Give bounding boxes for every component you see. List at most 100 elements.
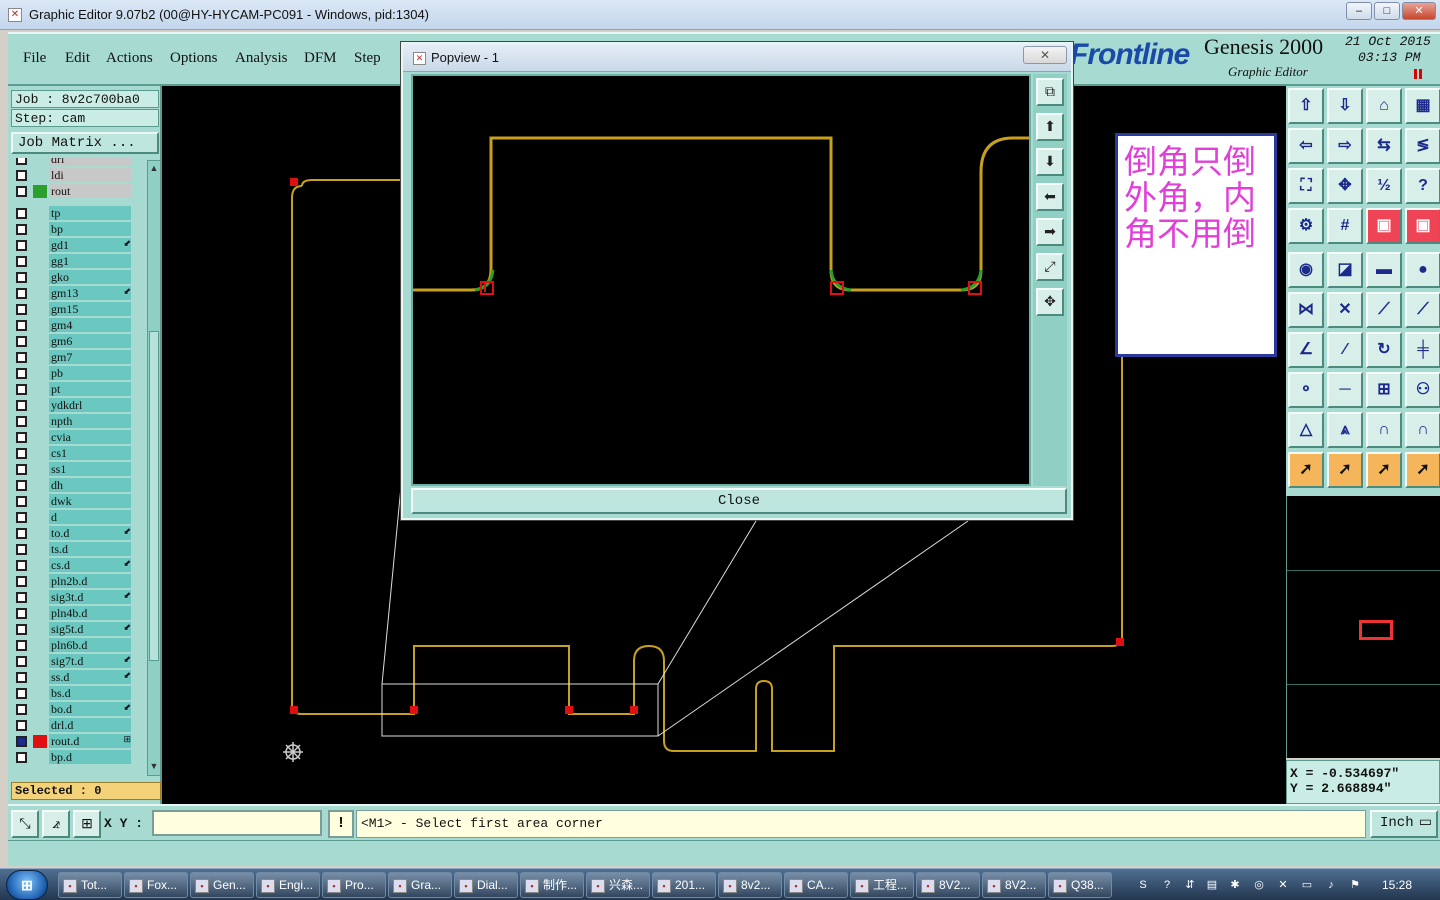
pop-zoom-out-icon[interactable]: ✥ <box>1036 288 1064 316</box>
tray-monitor-icon[interactable]: ▭ <box>1300 878 1314 892</box>
scale-1-2-icon[interactable]: ½ <box>1366 168 1402 204</box>
arc-tool-icon[interactable]: ↻ <box>1366 332 1402 368</box>
layer-color-swatch[interactable] <box>33 367 47 380</box>
redraw-icon[interactable]: ≶ <box>1405 128 1440 164</box>
layer-row[interactable]: gm7 <box>11 350 139 365</box>
layer-color-swatch[interactable] <box>33 623 47 636</box>
angle-tool-icon[interactable]: ∠ <box>1288 332 1324 368</box>
layer-row[interactable]: bo.d ⬋ <box>11 702 139 717</box>
layer-name[interactable]: cs1 <box>49 446 131 460</box>
layer-checkbox[interactable] <box>16 752 27 763</box>
layer-checkbox[interactable] <box>16 512 27 523</box>
layer-compare-alt-icon[interactable]: ▣ <box>1405 208 1440 244</box>
layer-checkbox[interactable] <box>16 416 27 427</box>
popview-canvas[interactable] <box>411 74 1031 486</box>
layer-row[interactable]: to.d ⬋ <box>11 526 139 541</box>
layer-color-swatch[interactable] <box>33 447 47 460</box>
layer-checkbox[interactable] <box>16 480 27 491</box>
layer-row[interactable]: rout <box>11 184 139 199</box>
layer-name[interactable]: ts.d <box>49 542 131 556</box>
layer-checkbox[interactable] <box>16 688 27 699</box>
layer-color-swatch[interactable] <box>33 479 47 492</box>
layer-name[interactable]: bo.d <box>49 702 131 716</box>
layer-row[interactable]: d <box>11 510 139 525</box>
layer-row[interactable]: pln2b.d <box>11 574 139 589</box>
taskbar-item[interactable]: ▪ CA... <box>784 872 848 898</box>
layer-color-swatch[interactable] <box>33 207 47 220</box>
layer-row[interactable]: ss1 <box>11 462 139 477</box>
minimap-viewport[interactable] <box>1359 620 1393 640</box>
tray-help-icon[interactable]: ? <box>1160 878 1174 892</box>
layer-checkbox[interactable] <box>16 186 27 197</box>
taskbar-item[interactable]: ▪ 制作... <box>520 872 584 898</box>
layer-color-swatch[interactable] <box>33 575 47 588</box>
taskbar-item[interactable]: ▪ Dial... <box>454 872 518 898</box>
layer-row[interactable]: dh <box>11 478 139 493</box>
maximize-button[interactable]: □ <box>1374 2 1400 20</box>
layer-color-swatch[interactable] <box>33 431 47 444</box>
diagonal-tool-icon[interactable]: ⁄ <box>1327 332 1363 368</box>
layer-name[interactable]: ss1 <box>49 462 131 476</box>
layer-row[interactable]: bp.d <box>11 750 139 765</box>
pop-pan-down-icon[interactable]: ⬇ <box>1036 148 1064 176</box>
layer-name[interactable]: dwk <box>49 494 131 508</box>
layer-color-swatch[interactable] <box>33 319 47 332</box>
layer-checkbox[interactable] <box>16 352 27 363</box>
layer-color-swatch[interactable] <box>33 169 47 182</box>
taskbar-item[interactable]: ▪ Gen... <box>190 872 254 898</box>
dot-tool-icon[interactable]: ● <box>1405 252 1440 288</box>
taskbar-item[interactable]: ▪ 8v2... <box>718 872 782 898</box>
layer-checkbox[interactable] <box>16 384 27 395</box>
split-tool-icon[interactable]: ╪ <box>1405 332 1440 368</box>
layer-color-swatch[interactable] <box>33 158 47 166</box>
layer-checkbox[interactable] <box>16 720 27 731</box>
layer-name[interactable]: pt <box>49 382 131 396</box>
layer-checkbox[interactable] <box>16 432 27 443</box>
layer-checkbox[interactable] <box>16 592 27 603</box>
layer-color-swatch[interactable] <box>33 255 47 268</box>
taskbar-item[interactable]: ▪ Fox... <box>124 872 188 898</box>
layer-name[interactable]: ldi <box>49 168 131 182</box>
layer-color-swatch[interactable] <box>33 591 47 604</box>
pan-down-icon[interactable]: ⇩ <box>1327 88 1363 124</box>
layer-name[interactable]: ss.d <box>49 670 131 684</box>
menu-file[interactable]: File <box>23 50 46 67</box>
layer-color-swatch[interactable] <box>33 239 47 252</box>
layer-checkbox[interactable] <box>16 320 27 331</box>
layer-color-swatch[interactable] <box>33 351 47 364</box>
layer-row[interactable]: npth <box>11 414 139 429</box>
job-matrix-button[interactable]: Job Matrix ... <box>11 132 159 154</box>
taskbar-clock[interactable]: 15:28 <box>1382 878 1412 892</box>
taskbar-item[interactable]: ▪ Tot... <box>58 872 122 898</box>
layer-color-swatch[interactable] <box>33 495 47 508</box>
layer-color-swatch[interactable] <box>33 639 47 652</box>
layer-color-swatch[interactable] <box>33 399 47 412</box>
pop-pan-up-icon[interactable]: ⬆ <box>1036 113 1064 141</box>
layer-color-swatch[interactable] <box>33 511 47 524</box>
pan-up-icon[interactable]: ⇧ <box>1288 88 1324 124</box>
layer-name[interactable]: gm4 <box>49 318 131 332</box>
taskbar-item[interactable]: ▪ 8V2... <box>916 872 980 898</box>
tray-network-icon[interactable]: ▤ <box>1205 878 1219 892</box>
layer-color-swatch[interactable] <box>33 185 47 198</box>
scroll-up-icon[interactable]: ▲ <box>149 163 159 173</box>
layer-name[interactable]: dh <box>49 478 131 492</box>
pan-left-icon[interactable]: ⇦ <box>1288 128 1324 164</box>
help-icon[interactable]: ? <box>1405 168 1440 204</box>
snap-node-icon[interactable]: ⚬ <box>1288 372 1324 408</box>
layer-row[interactable]: gm13 ⬋ <box>11 286 139 301</box>
menu-dfm[interactable]: DFM <box>304 50 337 67</box>
arc-line-icon[interactable]: ⟋ <box>1405 292 1440 328</box>
layer-row[interactable]: pln6b.d <box>11 638 139 653</box>
scroll-down-icon[interactable]: ▼ <box>149 761 159 771</box>
menu-options[interactable]: Options <box>170 50 218 67</box>
layer-checkbox[interactable] <box>16 158 27 165</box>
layer-row[interactable]: ldi <box>11 168 139 183</box>
tray-s-icon[interactable]: S <box>1136 878 1150 892</box>
select-box-icon[interactable]: ➚ <box>1327 452 1363 488</box>
close-button[interactable]: ✕ <box>1402 2 1436 20</box>
taskbar-item[interactable]: ▪ Gra... <box>388 872 452 898</box>
measure-tool-icon[interactable]: ⚙ <box>1288 208 1324 244</box>
distance-tool-icon[interactable]: ⊞ <box>1366 372 1402 408</box>
layer-row[interactable]: sig5t.d ⬋ <box>11 622 139 637</box>
